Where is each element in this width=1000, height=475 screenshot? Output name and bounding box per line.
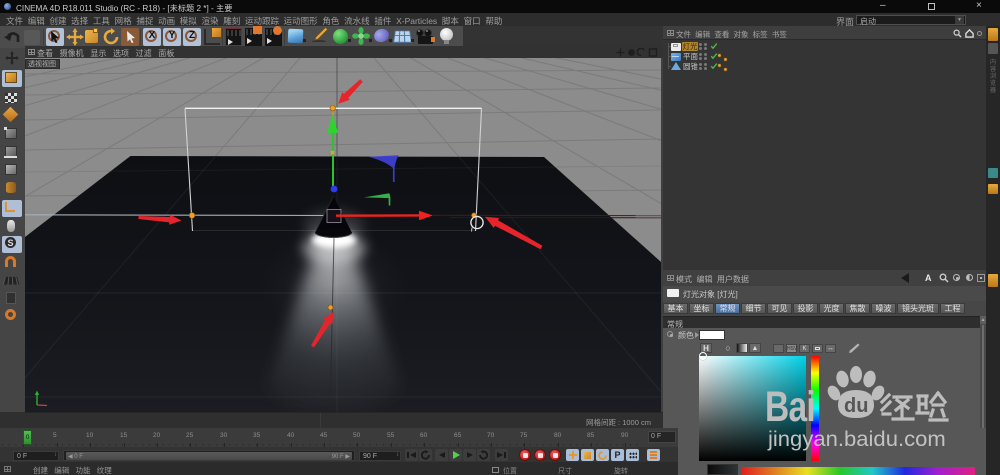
svg-text:du: du — [844, 395, 868, 417]
